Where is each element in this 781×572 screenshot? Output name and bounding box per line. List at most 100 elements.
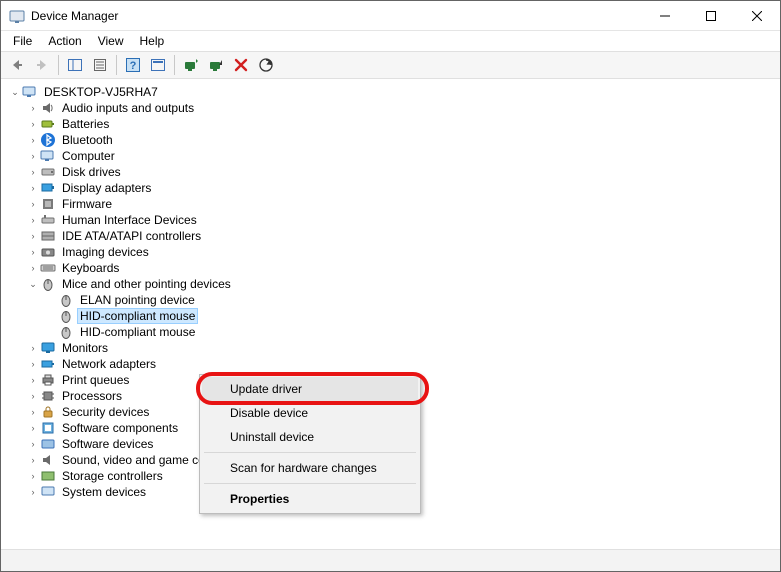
- tree-root-label: DESKTOP-VJ5RHA7: [42, 85, 160, 99]
- category-disk-drives[interactable]: › Disk drives: [4, 164, 777, 180]
- menu-action[interactable]: Action: [40, 32, 89, 50]
- tree-item-label: Disk drives: [60, 165, 123, 179]
- help-button[interactable]: ?: [121, 54, 145, 76]
- category-bluetooth[interactable]: › Bluetooth: [4, 132, 777, 148]
- tree-item-label: Software devices: [60, 437, 155, 451]
- keyboard-icon: [40, 260, 56, 276]
- expander-closed-icon[interactable]: ›: [26, 151, 40, 161]
- battery-icon: [40, 116, 56, 132]
- expander-closed-icon[interactable]: ›: [26, 343, 40, 353]
- scan-hardware-button[interactable]: [254, 54, 278, 76]
- expander-closed-icon[interactable]: ›: [26, 119, 40, 129]
- ctx-disable-device[interactable]: Disable device: [202, 401, 418, 425]
- action-button[interactable]: [146, 54, 170, 76]
- expander-closed-icon[interactable]: ›: [26, 391, 40, 401]
- device-hid-mouse-2[interactable]: · HID-compliant mouse: [4, 324, 777, 340]
- expander-closed-icon[interactable]: ›: [26, 199, 40, 209]
- ctx-update-driver[interactable]: Update driver: [202, 377, 418, 401]
- tree-item-label: Batteries: [60, 117, 111, 131]
- update-driver-button[interactable]: [179, 54, 203, 76]
- expander-closed-icon[interactable]: ›: [26, 375, 40, 385]
- ide-icon: [40, 228, 56, 244]
- menubar: File Action View Help: [1, 31, 780, 51]
- category-computer[interactable]: › Computer: [4, 148, 777, 164]
- disable-device-button[interactable]: [204, 54, 228, 76]
- expander-closed-icon[interactable]: ›: [26, 135, 40, 145]
- maximize-button[interactable]: [688, 1, 734, 31]
- expander-closed-icon[interactable]: ›: [26, 439, 40, 449]
- category-mice[interactable]: ⌄ Mice and other pointing devices: [4, 276, 777, 292]
- expander-closed-icon[interactable]: ›: [26, 407, 40, 417]
- camera-icon: [40, 244, 56, 260]
- category-firmware[interactable]: › Firmware: [4, 196, 777, 212]
- expander-closed-icon[interactable]: ›: [26, 103, 40, 113]
- expander-closed-icon[interactable]: ›: [26, 487, 40, 497]
- category-batteries[interactable]: › Batteries: [4, 116, 777, 132]
- tree-item-label: Processors: [60, 389, 124, 403]
- ctx-uninstall-device[interactable]: Uninstall device: [202, 425, 418, 449]
- tree-item-label: Keyboards: [60, 261, 121, 275]
- expander-open-icon[interactable]: ⌄: [26, 279, 40, 290]
- software-device-icon: [40, 436, 56, 452]
- category-display-adapters[interactable]: › Display adapters: [4, 180, 777, 196]
- expander-closed-icon[interactable]: ›: [26, 263, 40, 273]
- ctx-properties[interactable]: Properties: [202, 487, 418, 511]
- back-button[interactable]: [5, 54, 29, 76]
- expander-closed-icon[interactable]: ›: [26, 167, 40, 177]
- tree-item-label: HID-compliant mouse: [78, 309, 197, 323]
- category-ide[interactable]: › IDE ATA/ATAPI controllers: [4, 228, 777, 244]
- menu-file[interactable]: File: [5, 32, 40, 50]
- display-adapter-icon: [40, 180, 56, 196]
- menu-help[interactable]: Help: [132, 32, 173, 50]
- tree-item-label: Mice and other pointing devices: [60, 277, 233, 291]
- expander-closed-icon[interactable]: ›: [26, 471, 40, 481]
- menu-view[interactable]: View: [90, 32, 132, 50]
- tree-item-label: ELAN pointing device: [78, 293, 197, 307]
- mouse-icon: [40, 276, 56, 292]
- category-monitors[interactable]: › Monitors: [4, 340, 777, 356]
- expander-closed-icon[interactable]: ›: [26, 359, 40, 369]
- printer-icon: [40, 372, 56, 388]
- tree-item-label: IDE ATA/ATAPI controllers: [60, 229, 203, 243]
- expander-closed-icon[interactable]: ›: [26, 231, 40, 241]
- expander-open-icon[interactable]: ⌄: [8, 87, 22, 98]
- ctx-separator: [204, 483, 416, 484]
- toolbar: ?: [1, 51, 780, 79]
- show-hide-tree-button[interactable]: [63, 54, 87, 76]
- hid-icon: [40, 212, 56, 228]
- device-elan-pointing[interactable]: · ELAN pointing device: [4, 292, 777, 308]
- expander-closed-icon[interactable]: ›: [26, 183, 40, 193]
- tree-item-label: Display adapters: [60, 181, 153, 195]
- close-button[interactable]: [734, 1, 780, 31]
- tree-item-label: HID-compliant mouse: [78, 325, 197, 339]
- cpu-icon: [40, 388, 56, 404]
- expander-closed-icon[interactable]: ›: [26, 423, 40, 433]
- svg-text:?: ?: [130, 60, 137, 72]
- mouse-icon: [58, 308, 74, 324]
- expander-closed-icon[interactable]: ›: [26, 247, 40, 257]
- storage-controller-icon: [40, 468, 56, 484]
- context-menu: Update driver Disable device Uninstall d…: [199, 374, 421, 514]
- forward-button[interactable]: [30, 54, 54, 76]
- category-keyboards[interactable]: › Keyboards: [4, 260, 777, 276]
- expander-closed-icon[interactable]: ›: [26, 215, 40, 225]
- category-hid[interactable]: › Human Interface Devices: [4, 212, 777, 228]
- ctx-scan-hardware[interactable]: Scan for hardware changes: [202, 456, 418, 480]
- software-component-icon: [40, 420, 56, 436]
- category-audio[interactable]: › Audio inputs and outputs: [4, 100, 777, 116]
- minimize-button[interactable]: [642, 1, 688, 31]
- category-network[interactable]: › Network adapters: [4, 356, 777, 372]
- category-imaging[interactable]: › Imaging devices: [4, 244, 777, 260]
- tree-item-label: Firmware: [60, 197, 114, 211]
- uninstall-device-button[interactable]: [229, 54, 253, 76]
- mouse-icon: [58, 292, 74, 308]
- computer-icon: [22, 84, 38, 100]
- titlebar: Device Manager: [1, 1, 780, 31]
- bluetooth-icon: [40, 132, 56, 148]
- system-icon: [40, 484, 56, 500]
- properties-button[interactable]: [88, 54, 112, 76]
- tree-root[interactable]: ⌄ DESKTOP-VJ5RHA7: [4, 84, 777, 100]
- tree-item-label: Network adapters: [60, 357, 158, 371]
- expander-closed-icon[interactable]: ›: [26, 455, 40, 465]
- device-hid-mouse-1[interactable]: · HID-compliant mouse: [4, 308, 777, 324]
